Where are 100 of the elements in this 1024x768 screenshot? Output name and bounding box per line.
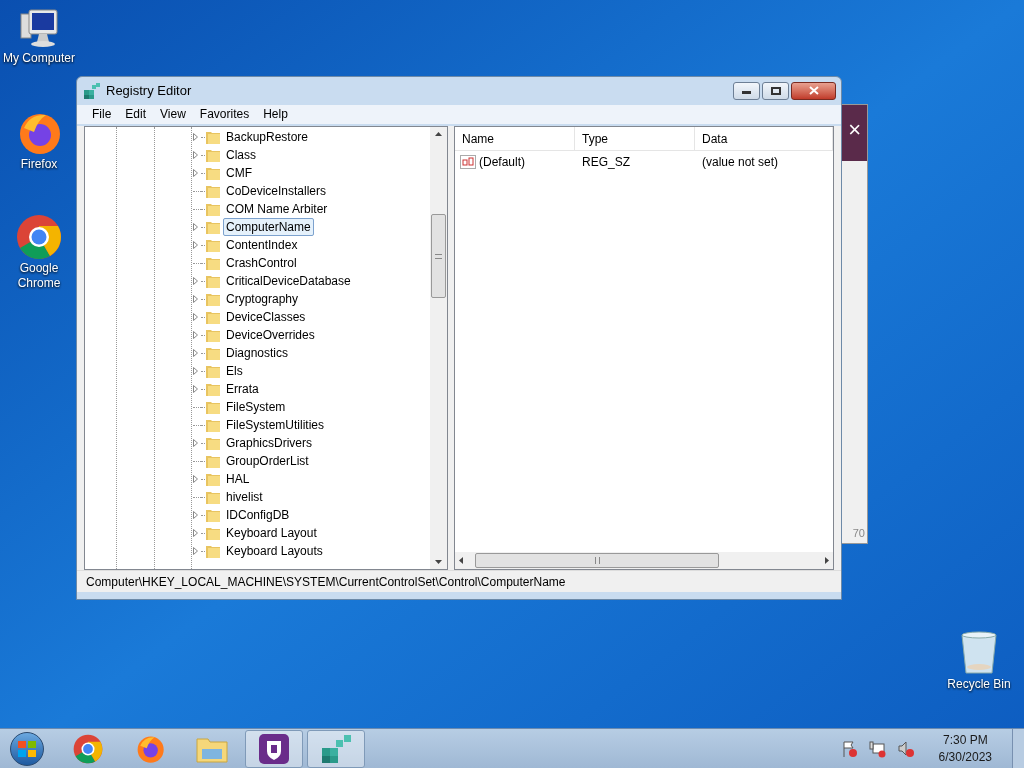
show-desktop-button[interactable] bbox=[1012, 728, 1024, 768]
tree-item[interactable]: CMF bbox=[223, 164, 255, 183]
tree-item[interactable]: CrashControl bbox=[223, 254, 300, 273]
folder-icon bbox=[205, 471, 221, 488]
folder-icon bbox=[205, 147, 221, 164]
folder-icon bbox=[205, 507, 221, 524]
tree-item[interactable]: FileSystem bbox=[223, 398, 289, 417]
folder-icon bbox=[205, 183, 221, 200]
tree-item[interactable]: GraphicsDrivers bbox=[223, 434, 315, 453]
expand-arrow-icon[interactable] bbox=[192, 151, 198, 160]
tree-item[interactable]: hivelist bbox=[223, 488, 266, 507]
expand-arrow-icon[interactable] bbox=[192, 511, 198, 520]
folder-icon bbox=[205, 525, 221, 542]
expand-arrow-icon[interactable] bbox=[192, 169, 198, 178]
maximize-button[interactable] bbox=[762, 81, 789, 100]
expand-arrow-icon[interactable] bbox=[192, 133, 198, 142]
expand-arrow-icon[interactable] bbox=[192, 313, 198, 322]
expand-arrow-icon[interactable] bbox=[192, 223, 198, 232]
shield-app-icon[interactable] bbox=[259, 733, 289, 764]
tree-item[interactable]: DeviceOverrides bbox=[223, 326, 318, 345]
folder-icon bbox=[205, 327, 221, 344]
menu-item[interactable]: Favorites bbox=[192, 105, 257, 124]
tree-item[interactable]: Diagnostics bbox=[223, 344, 292, 363]
vertical-scrollbar[interactable] bbox=[430, 127, 447, 570]
tree-item[interactable]: COM Name Arbiter bbox=[223, 200, 331, 219]
menu-item[interactable]: Edit bbox=[118, 105, 154, 124]
scroll-left-arrow-icon[interactable] bbox=[459, 557, 463, 565]
scroll-right-arrow-icon[interactable] bbox=[825, 557, 829, 565]
menu-item[interactable]: Help bbox=[256, 105, 295, 124]
value-name[interactable]: (Default) bbox=[479, 153, 525, 172]
expand-arrow-icon[interactable] bbox=[192, 241, 198, 250]
close-icon[interactable] bbox=[808, 86, 819, 96]
tree-item[interactable]: Keyboard Layouts bbox=[223, 542, 326, 561]
expand-arrow-icon[interactable] bbox=[192, 331, 198, 340]
tree-item[interactable]: Errata bbox=[223, 380, 262, 399]
expand-arrow-icon[interactable] bbox=[192, 277, 198, 286]
folder-icon bbox=[205, 255, 221, 272]
tree-item[interactable]: CoDeviceInstallers bbox=[223, 182, 330, 201]
tree-item[interactable]: Class bbox=[223, 146, 259, 165]
recycle-bin-icon bbox=[959, 630, 999, 676]
tree-item[interactable]: ComputerName bbox=[223, 218, 314, 237]
expand-arrow-icon[interactable] bbox=[192, 385, 198, 394]
expand-arrow-icon[interactable] bbox=[192, 349, 198, 358]
folder-icon bbox=[205, 291, 221, 308]
chrome-icon bbox=[16, 214, 62, 260]
value-type: REG_SZ bbox=[581, 154, 631, 172]
taskbar-button[interactable] bbox=[307, 729, 365, 768]
desktop-icon-label[interactable]: Recycle Bin bbox=[947, 677, 1011, 692]
tree-item[interactable]: Cryptography bbox=[223, 290, 302, 309]
column-header[interactable]: Type bbox=[575, 127, 695, 151]
clock[interactable]: 7:30 PM 6/30/2023 bbox=[938, 731, 992, 766]
scroll-up-arrow-icon[interactable] bbox=[435, 132, 442, 137]
column-header[interactable]: Name bbox=[455, 127, 575, 151]
tree-item[interactable]: FileSystemUtilities bbox=[223, 416, 327, 435]
tree-item[interactable]: CriticalDeviceDatabase bbox=[223, 272, 354, 291]
tree-item[interactable]: ContentIndex bbox=[223, 236, 301, 255]
folder-icon bbox=[205, 489, 221, 506]
expand-arrow-icon[interactable] bbox=[192, 475, 198, 484]
menu-item[interactable]: File bbox=[85, 105, 119, 124]
expand-arrow-icon[interactable] bbox=[192, 295, 198, 304]
scrollbar-thumb[interactable] bbox=[475, 553, 719, 569]
speaker-muted-icon[interactable] bbox=[896, 739, 915, 758]
menu-item[interactable]: View bbox=[153, 105, 193, 124]
registry-cubes-icon[interactable] bbox=[320, 733, 352, 764]
folder-icon bbox=[205, 543, 221, 560]
desktop-icon-label[interactable]: Firefox bbox=[20, 157, 58, 172]
folder-icon bbox=[205, 309, 221, 326]
flag-error-icon[interactable] bbox=[840, 739, 859, 758]
registry-cubes-icon bbox=[83, 81, 101, 100]
close-button[interactable]: × bbox=[848, 119, 861, 141]
tree-item[interactable]: GroupOrderList bbox=[223, 452, 312, 471]
tree-item[interactable]: HAL bbox=[223, 470, 253, 489]
windows-logo-icon[interactable] bbox=[17, 739, 37, 758]
folder-icon bbox=[205, 201, 221, 218]
tree-item[interactable]: IDConfigDB bbox=[223, 506, 293, 525]
tree-item[interactable]: Els bbox=[223, 362, 246, 381]
scrollbar-thumb[interactable] bbox=[431, 214, 446, 299]
expand-arrow-icon[interactable] bbox=[192, 367, 198, 376]
expand-arrow-icon[interactable] bbox=[192, 439, 198, 448]
expand-arrow-icon[interactable] bbox=[192, 547, 198, 556]
scroll-down-arrow-icon[interactable] bbox=[435, 560, 442, 565]
tree-item[interactable]: DeviceClasses bbox=[223, 308, 309, 327]
folder-icon bbox=[205, 165, 221, 182]
folder-icon bbox=[205, 273, 221, 290]
folder-icon bbox=[205, 381, 221, 398]
chrome-icon[interactable] bbox=[73, 733, 103, 764]
tree-item[interactable]: Keyboard Layout bbox=[223, 524, 320, 543]
horizontal-scrollbar[interactable] bbox=[455, 552, 833, 570]
desktop-icon-label[interactable]: Google Chrome bbox=[0, 261, 78, 291]
desktop-icon-label[interactable]: My Computer bbox=[3, 51, 75, 66]
folder-icon bbox=[205, 219, 221, 236]
folder-icon bbox=[205, 417, 221, 434]
expand-arrow-icon[interactable] bbox=[192, 529, 198, 538]
tree-item[interactable]: BackupRestore bbox=[223, 128, 312, 147]
minimize-button[interactable] bbox=[733, 81, 760, 100]
close-button[interactable] bbox=[791, 81, 836, 100]
column-header[interactable]: Data bbox=[695, 127, 833, 151]
taskbar-button[interactable] bbox=[245, 729, 303, 768]
network-error-icon[interactable] bbox=[868, 739, 887, 758]
start-button[interactable] bbox=[10, 731, 44, 766]
